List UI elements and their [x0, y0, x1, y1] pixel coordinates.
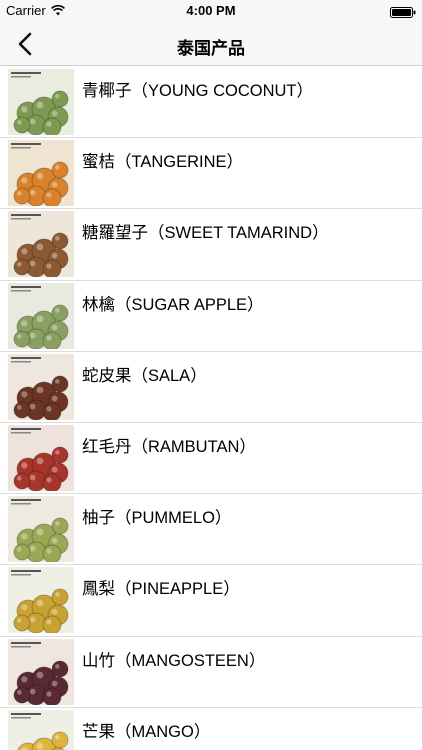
status-bar: Carrier 4:00 PM [0, 0, 422, 22]
product-thumbnail [8, 567, 74, 634]
battery-icon [390, 5, 416, 23]
product-label: 林檎（SUGAR APPLE） [82, 295, 264, 314]
product-label: 芒果（MANGO） [82, 722, 211, 741]
product-label: 青椰子（YOUNG COCONUT） [82, 82, 313, 100]
list-item[interactable]: 山竹（MANGOSTEEN） [0, 636, 422, 708]
page-title: 泰国产品 [177, 39, 245, 58]
list-item[interactable]: 林檎（SUGAR APPLE） [0, 280, 422, 352]
list-item[interactable]: 柚子（PUMMELO） [0, 494, 422, 566]
list-item[interactable]: 糖羅望子（SWEET TAMARIND） [0, 209, 422, 281]
status-time: 4:00 PM [186, 3, 236, 18]
list-item[interactable]: 鳳梨（PINEAPPLE） [0, 565, 422, 637]
product-label: 柚子（PUMMELO） [82, 509, 232, 528]
product-thumbnail [8, 282, 74, 349]
product-thumbnail [8, 496, 74, 563]
product-label: 糖羅望子（SWEET TAMARIND） [82, 224, 329, 243]
list-item[interactable]: 蜜桔（TANGERINE） [0, 138, 422, 210]
product-thumbnail [8, 709, 74, 750]
product-label: 蛇皮果（SALA） [82, 366, 207, 385]
chevron-left-icon [18, 32, 32, 56]
product-label: 红毛丹（RAMBUTAN） [82, 437, 256, 456]
back-button[interactable] [8, 28, 42, 60]
list-item[interactable]: 青椰子（YOUNG COCONUT） [0, 67, 422, 139]
product-thumbnail [8, 211, 74, 278]
list-item[interactable]: 红毛丹（RAMBUTAN） [0, 422, 422, 495]
product-thumbnail [8, 69, 74, 135]
product-label: 蜜桔（TANGERINE） [82, 153, 244, 172]
product-thumbnail [8, 353, 74, 420]
product-label: 鳳梨（PINEAPPLE） [82, 580, 240, 599]
product-list: 青椰子（YOUNG COCONUT） 蜜桔（TANGERINE） 糖羅望子（SWEE… [0, 67, 422, 750]
navigation-bar: 泰国产品 [0, 22, 422, 66]
product-thumbnail [8, 424, 74, 491]
list-item[interactable]: 芒果（MANGO） [0, 707, 422, 750]
product-label: 山竹（MANGOSTEEN） [82, 651, 266, 670]
product-thumbnail [8, 140, 74, 207]
product-thumbnail [8, 638, 74, 705]
list-item[interactable]: 蛇皮果（SALA） [0, 351, 422, 423]
